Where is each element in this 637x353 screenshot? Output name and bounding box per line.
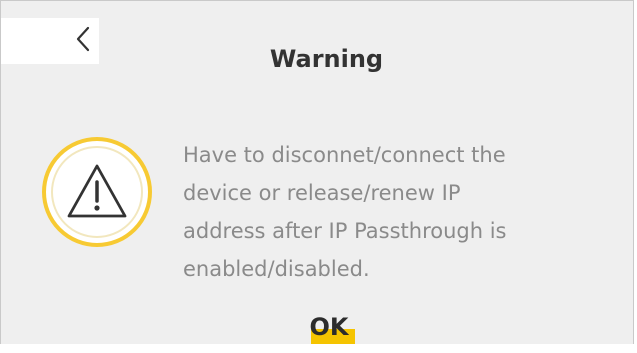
warning-triangle-icon [42,137,152,247]
ok-button-label: OK [309,313,349,341]
dialog-title: Warning [269,45,384,73]
background-strip [0,344,634,353]
screen: Warning Have to disconnet/connect the de… [0,0,637,353]
warning-message: Have to disconnet/connect the device or … [183,143,507,281]
warning-dialog: Warning Have to disconnet/connect the de… [0,0,634,351]
